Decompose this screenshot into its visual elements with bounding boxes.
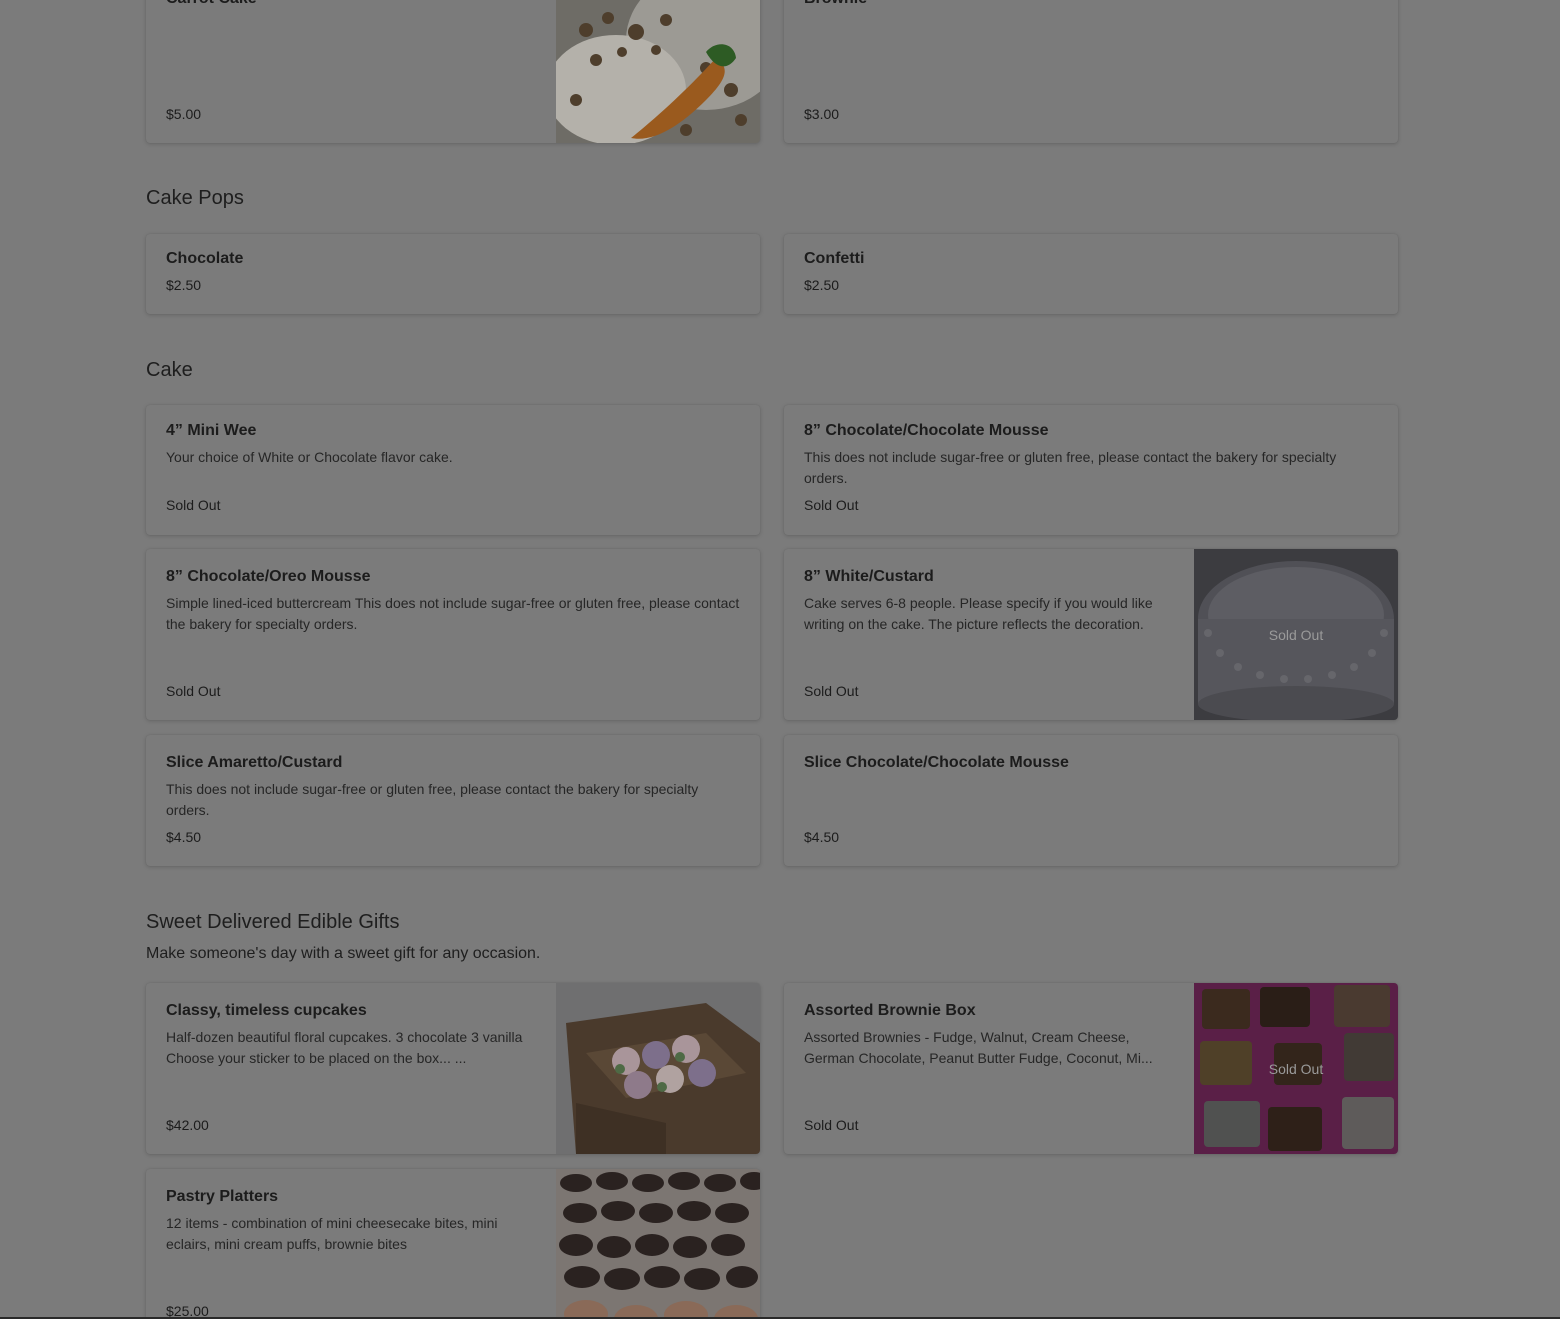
item-description: Assorted Brownies - Fudge, Walnut, Cream… <box>804 1029 1153 1066</box>
menu-page: Carrot Cake $5.00 Brownie $3.00 Cake Pop… <box>0 0 1560 1319</box>
pastry-platter-image <box>556 1169 760 1319</box>
section-title-gifts: Sweet Delivered Edible Gifts <box>146 911 400 933</box>
carrot-cake-image <box>546 0 760 143</box>
menu-item-card[interactable]: Slice Chocolate/Chocolate Mousse $4.50 <box>784 735 1398 866</box>
item-name: Carrot Cake <box>166 0 257 8</box>
sold-out-label: Sold Out <box>166 683 221 699</box>
brownie-box-image: Sold Out <box>1194 983 1398 1154</box>
item-description: This does not include sugar-free or glut… <box>804 449 1337 486</box>
item-price: $2.50 <box>166 277 202 293</box>
cupcakes-image <box>556 983 760 1154</box>
item-name: 8” Chocolate/Chocolate Mousse <box>804 422 1049 439</box>
menu-item-card[interactable]: Pastry Platters 12 items - combination o… <box>146 1169 760 1319</box>
item-price: $42.00 <box>166 1117 209 1133</box>
item-name: Pastry Platters <box>166 1188 279 1205</box>
section-title-cake: Cake <box>146 359 193 381</box>
menu-item-card[interactable]: Assorted Brownie Box Assorted Brownies -… <box>784 983 1398 1154</box>
item-name: Chocolate <box>166 250 244 267</box>
menu-item-card[interactable]: 8” Chocolate/Chocolate Mousse This does … <box>784 405 1398 535</box>
item-name: Confetti <box>804 250 865 267</box>
item-description: Your choice of White or Chocolate flavor… <box>166 449 453 465</box>
item-name: 8” Chocolate/Oreo Mousse <box>166 568 371 585</box>
item-description: Cake serves 6-8 people. Please specify i… <box>804 595 1153 632</box>
section-description: Make someone's day with a sweet gift for… <box>146 945 541 962</box>
sold-out-label: Sold Out <box>804 683 859 699</box>
sold-out-overlay: Sold Out <box>1268 1060 1324 1077</box>
menu-item-card[interactable]: Confetti $2.50 <box>784 234 1398 314</box>
menu-item-card[interactable]: Carrot Cake $5.00 <box>146 0 760 143</box>
item-description: Simple lined-iced buttercream This does … <box>166 595 740 632</box>
item-description: This does not include sugar-free or glut… <box>166 781 699 818</box>
item-price: $4.50 <box>166 829 202 845</box>
item-name: Slice Amaretto/Custard <box>166 754 343 771</box>
item-name: Slice Chocolate/Chocolate Mousse <box>804 754 1069 771</box>
menu-item-card[interactable]: 8” White/Custard Cake serves 6-8 people.… <box>784 549 1398 720</box>
menu-item-card[interactable]: Slice Amaretto/Custard This does not inc… <box>146 735 760 866</box>
item-name: Brownie <box>804 0 867 8</box>
white-cake-image: Sold Out <box>1194 549 1398 720</box>
sold-out-overlay: Sold Out <box>1268 626 1324 643</box>
item-name: Classy, timeless cupcakes <box>166 1002 367 1019</box>
item-description: Half-dozen beautiful floral cupcakes. 3 … <box>166 1029 523 1066</box>
item-name: 8” White/Custard <box>804 568 934 585</box>
menu-item-card[interactable]: Chocolate $2.50 <box>146 234 760 314</box>
menu-item-card[interactable]: Classy, timeless cupcakes Half-dozen bea… <box>146 983 760 1154</box>
item-price: $4.50 <box>804 829 840 845</box>
section-title-cake-pops: Cake Pops <box>146 187 244 209</box>
item-name: 4” Mini Wee <box>166 422 257 439</box>
sold-out-label: Sold Out <box>166 497 221 513</box>
menu-item-card[interactable]: 8” Chocolate/Oreo Mousse Simple lined-ic… <box>146 549 760 720</box>
item-name: Assorted Brownie Box <box>804 1002 976 1019</box>
sold-out-label: Sold Out <box>804 497 859 513</box>
item-price: $2.50 <box>804 277 840 293</box>
menu-item-card[interactable]: 4” Mini Wee Your choice of White or Choc… <box>146 405 760 535</box>
item-price: $3.00 <box>804 106 840 122</box>
sold-out-label: Sold Out <box>804 1117 859 1133</box>
item-description: 12 items - combination of mini cheesecak… <box>166 1215 498 1252</box>
item-price: $5.00 <box>166 106 202 122</box>
menu-item-card[interactable]: Brownie $3.00 <box>784 0 1398 143</box>
